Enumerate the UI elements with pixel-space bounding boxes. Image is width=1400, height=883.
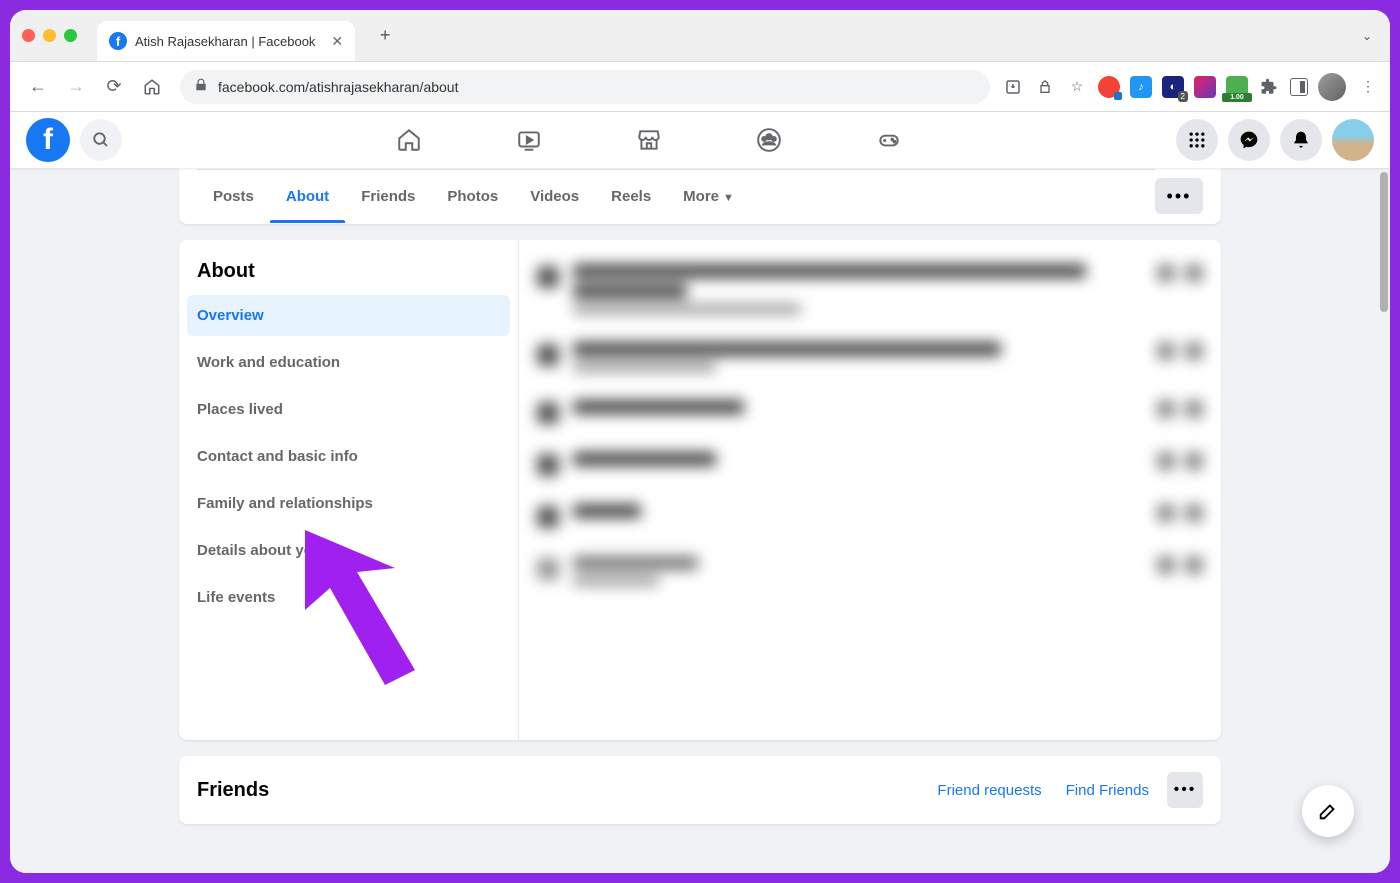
address-bar: ← → ⟳ facebook.com/atishrajasekharan/abo… xyxy=(10,62,1390,112)
extension-icon-4[interactable] xyxy=(1194,76,1216,98)
about-nav-life[interactable]: Life events xyxy=(187,577,510,618)
browser-profile-avatar[interactable] xyxy=(1318,73,1346,101)
new-tab-button[interactable]: + xyxy=(371,22,399,50)
tab-friends[interactable]: Friends xyxy=(345,170,431,223)
facebook-header: f xyxy=(10,112,1390,168)
extension-icon-1[interactable] xyxy=(1098,76,1120,98)
home-button[interactable] xyxy=(136,71,168,103)
facebook-logo[interactable]: f xyxy=(26,118,70,162)
reload-button[interactable]: ⟳ xyxy=(98,71,130,103)
edit-fab-button[interactable] xyxy=(1302,785,1354,837)
extension-icon-2[interactable]: ♪ xyxy=(1130,76,1152,98)
share-icon[interactable] xyxy=(1034,76,1056,98)
about-nav-places[interactable]: Places lived xyxy=(187,389,510,430)
account-avatar[interactable] xyxy=(1332,119,1374,161)
about-nav-work[interactable]: Work and education xyxy=(187,342,510,383)
close-tab-button[interactable]: ✕ xyxy=(331,33,343,50)
browser-tab-bar: f Atish Rajasekharan | Facebook ✕ + ⌄ xyxy=(10,10,1390,62)
nav-marketplace-icon[interactable] xyxy=(593,115,705,165)
friends-heading: Friends xyxy=(197,779,913,802)
find-friends-link[interactable]: Find Friends xyxy=(1066,782,1149,799)
close-window-button[interactable] xyxy=(22,29,35,42)
about-sidebar: About Overview Work and education Places… xyxy=(179,240,519,740)
minimize-window-button[interactable] xyxy=(43,29,56,42)
tab-reels[interactable]: Reels xyxy=(595,170,667,223)
messenger-icon[interactable] xyxy=(1228,119,1270,161)
nav-watch-icon[interactable] xyxy=(473,115,585,165)
tab-list-button[interactable]: ⌄ xyxy=(1356,23,1378,49)
top-navigation xyxy=(122,115,1176,165)
nav-groups-icon[interactable] xyxy=(713,115,825,165)
search-button[interactable] xyxy=(80,119,122,161)
facebook-favicon: f xyxy=(109,32,127,50)
tab-more[interactable]: More▼ xyxy=(667,170,750,223)
nav-gaming-icon[interactable] xyxy=(833,115,945,165)
about-nav-contact[interactable]: Contact and basic info xyxy=(187,436,510,477)
browser-tab[interactable]: f Atish Rajasekharan | Facebook ✕ xyxy=(97,21,355,61)
about-heading: About xyxy=(187,256,510,295)
browser-menu-button[interactable]: ⋮ xyxy=(1356,76,1378,98)
url-text: facebook.com/atishrajasekharan/about xyxy=(218,79,458,95)
profile-tabs-bar: Posts About Friends Photos Videos Reels … xyxy=(179,168,1221,224)
about-card: About Overview Work and education Places… xyxy=(179,240,1221,740)
about-overview-content xyxy=(519,240,1221,740)
tab-videos[interactable]: Videos xyxy=(514,170,595,223)
profile-actions-button[interactable]: ••• xyxy=(1155,178,1203,214)
forward-button[interactable]: → xyxy=(60,71,92,103)
extension-icon-3[interactable]: ◐2 xyxy=(1162,76,1184,98)
nav-home-icon[interactable] xyxy=(353,115,465,165)
bookmark-star-icon[interactable]: ☆ xyxy=(1066,76,1088,98)
maximize-window-button[interactable] xyxy=(64,29,77,42)
tab-title: Atish Rajasekharan | Facebook xyxy=(135,34,315,49)
tab-about[interactable]: About xyxy=(270,170,345,223)
tab-photos[interactable]: Photos xyxy=(431,170,514,223)
install-pwa-icon[interactable] xyxy=(1002,76,1024,98)
friends-card: Friends Friend requests Find Friends ••• xyxy=(179,756,1221,824)
scrollbar[interactable] xyxy=(1376,168,1390,873)
chevron-down-icon: ▼ xyxy=(723,192,734,204)
window-controls xyxy=(22,29,77,42)
tab-posts[interactable]: Posts xyxy=(197,170,270,223)
notifications-icon[interactable] xyxy=(1280,119,1322,161)
extensions-menu-icon[interactable] xyxy=(1258,76,1280,98)
about-nav-overview[interactable]: Overview xyxy=(187,295,510,336)
lock-icon xyxy=(194,78,208,95)
side-panel-icon[interactable] xyxy=(1290,78,1308,96)
friends-more-button[interactable]: ••• xyxy=(1167,772,1203,808)
friend-requests-link[interactable]: Friend requests xyxy=(937,782,1041,799)
url-input[interactable]: facebook.com/atishrajasekharan/about xyxy=(180,70,990,104)
page-content: Posts About Friends Photos Videos Reels … xyxy=(10,168,1390,873)
about-nav-family[interactable]: Family and relationships xyxy=(187,483,510,524)
menu-grid-icon[interactable] xyxy=(1176,119,1218,161)
header-right-actions xyxy=(1176,119,1374,161)
back-button[interactable]: ← xyxy=(22,71,54,103)
toolbar-actions: ☆ ♪ ◐2 1.00 ⋮ xyxy=(1002,73,1378,101)
extension-icon-5[interactable]: 1.00 xyxy=(1226,76,1248,98)
about-nav-details[interactable]: Details about you xyxy=(187,530,510,571)
